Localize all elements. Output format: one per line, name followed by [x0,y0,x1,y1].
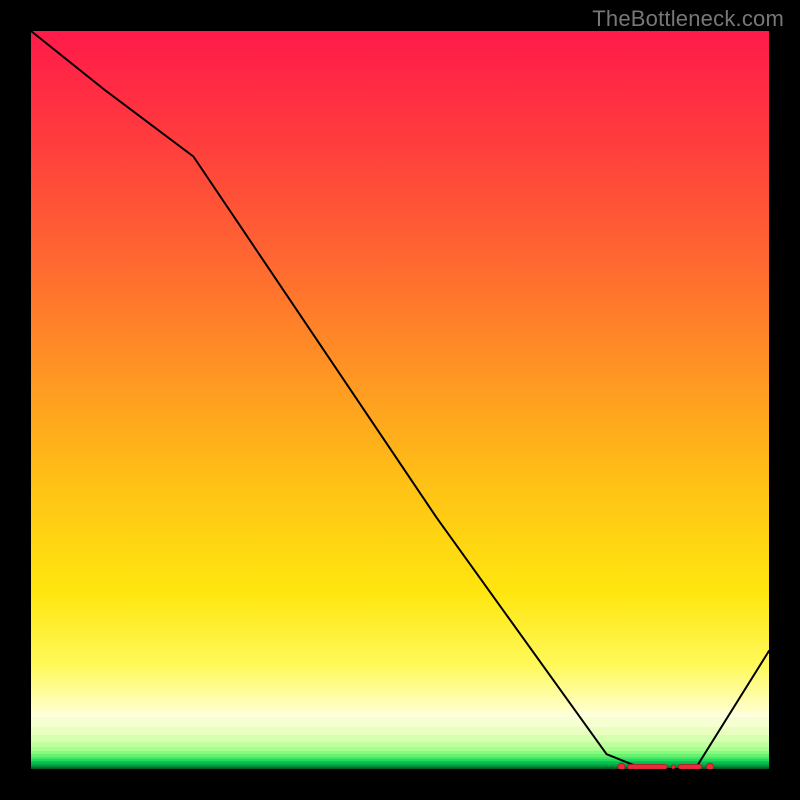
min-marker-dot [671,765,675,769]
plot-border [30,30,770,770]
min-marker-pill [678,764,702,769]
min-marker-dot [618,763,625,769]
min-marker-pill [627,764,667,769]
minimum-markers [31,31,769,769]
watermark-text: TheBottleneck.com [592,6,784,32]
min-marker-dot [706,763,713,769]
chart-container: TheBottleneck.com [0,0,800,800]
plot-area [31,31,769,769]
